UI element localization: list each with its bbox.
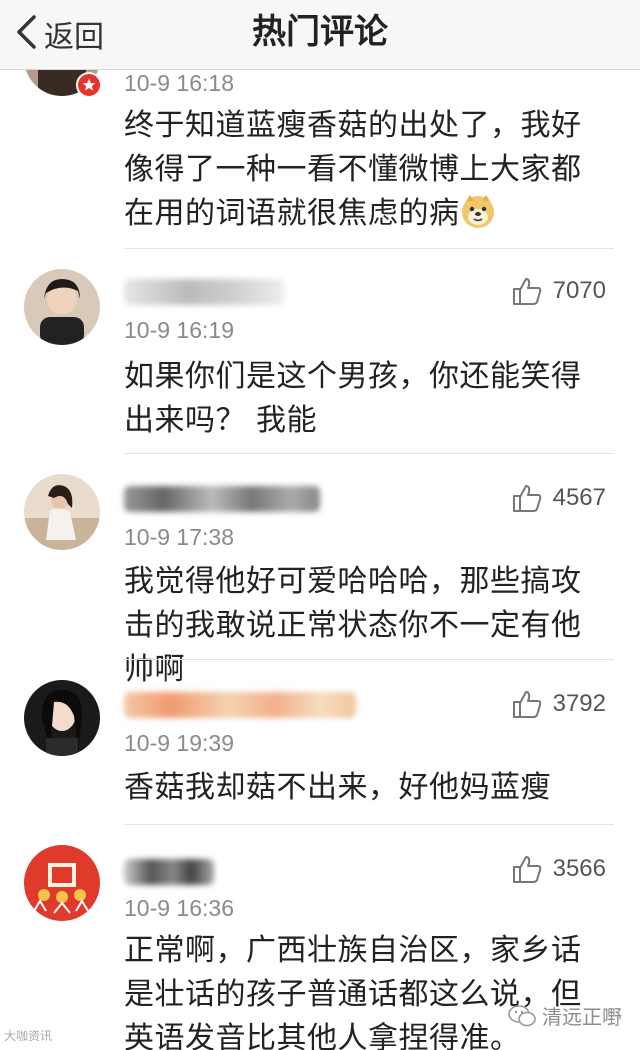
comment-text-content: 终于知道蓝瘦香菇的出处了，我好像得了一种一看不懂微博上大家都在用的词语就很焦虑的… xyxy=(124,108,582,231)
thumbs-up-icon xyxy=(512,856,541,883)
comment-text: 如果你们是这个男孩，你还能笑得出来吗？ 我能 xyxy=(124,359,582,438)
comment-time: 10-9 19:39 xyxy=(124,730,234,756)
avatar[interactable] xyxy=(24,474,100,550)
like-count: 4567 xyxy=(552,484,606,511)
comment-text: 香菇我却菇不出来，好他妈蓝瘦 xyxy=(124,770,551,805)
like-button[interactable]: 7070 xyxy=(511,275,606,307)
watermark-left: 大咖资讯 xyxy=(4,1029,53,1043)
watermark-right-text: 清远正嘢 xyxy=(542,1005,622,1029)
back-button[interactable]: 返回 xyxy=(14,8,104,60)
doge-emoji-icon xyxy=(460,193,496,229)
comment-text: 终于知道蓝瘦香菇的出处了，我好像得了一种一看不懂微博上大家都在用的词语就很焦虑的… xyxy=(124,104,610,236)
like-count: 3792 xyxy=(552,690,606,717)
avatar[interactable] xyxy=(24,845,100,921)
like-button[interactable]: 3792 xyxy=(511,688,606,720)
comment-time: 10-9 16:36 xyxy=(124,895,234,921)
like-count: 7070 xyxy=(552,277,606,304)
comment-text: 正常啊，广西壮族自治区，家乡话是壮话的孩子普通话都这么说，但英语发音比其他人拿捏… xyxy=(124,933,582,1050)
username-obscured[interactable] xyxy=(124,692,356,718)
comments-page: 返回 热门评论 10-9 16:18 终于知道蓝瘦香菇的出处了，我好像得了一种一… xyxy=(0,0,640,1050)
comment-time: 10-9 16:18 xyxy=(124,70,234,96)
comment-time: 10-9 17:38 xyxy=(124,524,234,550)
username-obscured[interactable] xyxy=(124,859,214,885)
comment-item: 3792 10-9 19:39 香菇我却菇不出来，好他妈蓝瘦 xyxy=(0,660,640,824)
thumbs-up-icon xyxy=(512,485,541,512)
comment-time: 10-9 16:19 xyxy=(124,317,234,343)
watermark-right: 清远正嘢 xyxy=(508,1001,622,1030)
thumbs-up-icon xyxy=(512,691,541,718)
like-button[interactable]: 3566 xyxy=(511,853,606,885)
comment-item: 4567 10-9 17:38 我觉得他好可爱哈哈哈，那些搞攻击的我敢说正常状态… xyxy=(0,454,640,687)
wechat-icon xyxy=(508,1004,536,1026)
comment-item: 7070 10-9 16:19 如果你们是这个男孩，你还能笑得出来吗？ 我能 xyxy=(0,249,640,453)
username-obscured[interactable] xyxy=(124,486,320,512)
chevron-left-icon xyxy=(14,14,40,54)
like-count: 3566 xyxy=(552,855,606,882)
thumbs-up-icon xyxy=(512,278,541,305)
navigation-bar: 返回 热门评论 xyxy=(0,0,640,70)
username-obscured[interactable] xyxy=(124,279,284,305)
back-label: 返回 xyxy=(44,20,104,55)
avatar[interactable] xyxy=(24,680,100,756)
avatar[interactable] xyxy=(24,269,100,345)
like-button[interactable]: 4567 xyxy=(511,482,606,514)
verified-badge-icon xyxy=(76,72,102,98)
